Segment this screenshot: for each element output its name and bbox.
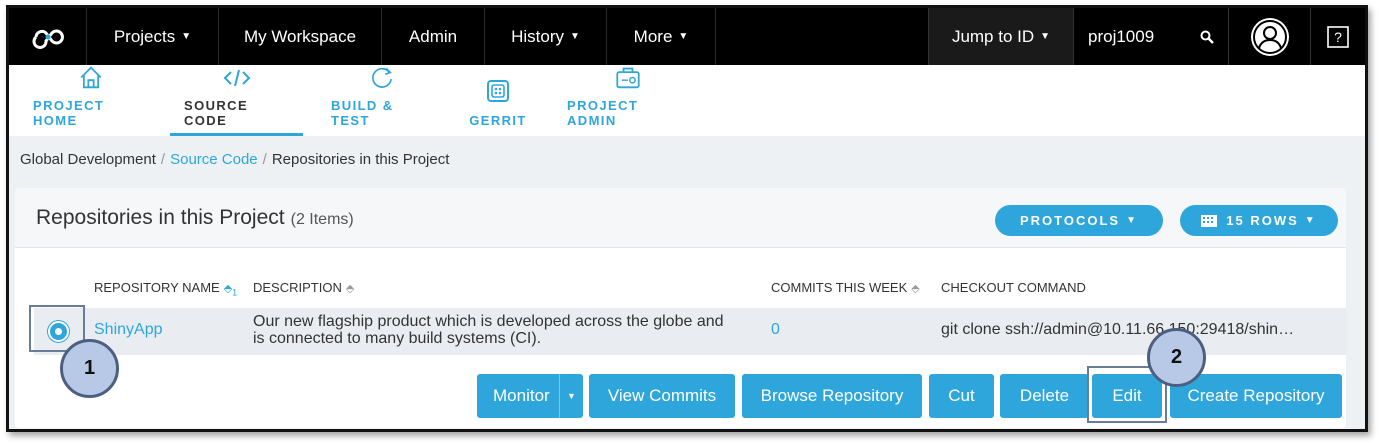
item-count: (2 Items): [290, 211, 354, 228]
nav-more[interactable]: More ▼: [607, 8, 716, 65]
nav-admin-label: Admin: [408, 26, 458, 46]
checkout-command: git clone ssh://admin@10.11.66.150:29418…: [941, 321, 1295, 338]
column-header-repository-name[interactable]: REPOSITORY NAME ⬘1: [94, 280, 237, 298]
commits-count-link[interactable]: 0: [771, 321, 780, 339]
breadcrumb-current: Repositories in this Project: [271, 151, 450, 168]
caret-down-icon: ▼: [1304, 215, 1317, 226]
logo-icon: [32, 29, 64, 49]
panel-header: Repositories in this Project (2 Items) PR…: [15, 188, 1346, 248]
search-input[interactable]: [1088, 26, 1178, 47]
breadcrumb: Global Development / Source Code / Repositor…: [20, 151, 449, 168]
nav-projects-label: Projects: [113, 26, 176, 46]
callout-step-1: 1: [60, 339, 119, 398]
nav-projects[interactable]: Projects ▼: [87, 8, 219, 65]
nav-history-label: History: [511, 26, 564, 46]
tab-gerrit-label: GERRIT: [469, 113, 527, 128]
panel-title: Repositories in this Project (2 Items): [36, 206, 354, 230]
sort-icon: ⬘: [223, 283, 233, 295]
protocols-label: PROTOCOLS: [1019, 213, 1121, 228]
column-commits-label: COMMITS THIS WEEK: [771, 280, 908, 295]
help-button[interactable]: ?: [1310, 8, 1365, 65]
grid-icon: [1201, 214, 1218, 227]
view-commits-label: View Commits: [607, 386, 717, 405]
tab-build-test-label: BUILD & TEST: [331, 98, 394, 128]
cut-button[interactable]: Cut: [929, 374, 994, 418]
column-description-label: DESCRIPTION: [253, 280, 342, 295]
column-repository-name-label: REPOSITORY NAME: [94, 280, 220, 295]
repository-description: Our new flagship product which is develo…: [253, 313, 724, 347]
tab-project-home[interactable]: PROJECT HOME: [19, 65, 162, 136]
breadcrumb-separator: /: [160, 151, 166, 168]
caret-down-icon: ▼: [678, 31, 689, 42]
briefcase-icon: [616, 67, 640, 89]
repository-name-link[interactable]: ShinyApp: [94, 321, 163, 339]
browse-repository-label: Browse Repository: [760, 386, 904, 405]
nav-my-workspace[interactable]: My Workspace: [219, 8, 382, 65]
app-logo[interactable]: [9, 8, 87, 65]
panel-title-text: Repositories in this Project: [36, 206, 285, 229]
monitor-button[interactable]: Monitor ▼: [477, 374, 583, 418]
column-header-commits[interactable]: COMMITS THIS WEEK ⬘: [771, 280, 920, 295]
code-icon: [223, 69, 250, 87]
sort-icon: ⬘: [911, 283, 920, 295]
breadcrumb-source-code[interactable]: Source Code: [170, 151, 258, 168]
sort-rank: 1: [232, 287, 238, 298]
help-icon: ?: [1327, 25, 1349, 48]
caret-down-icon: ▼: [1126, 215, 1138, 226]
description-line-2: is connected to many build systems (CI).: [253, 330, 542, 347]
monitor-label: Monitor: [493, 386, 550, 405]
caret-down-icon: ▼: [1040, 31, 1051, 42]
search-icon[interactable]: [1200, 30, 1214, 44]
create-repository-button[interactable]: Create Repository: [1170, 374, 1342, 418]
breadcrumb-root: Global Development: [20, 151, 156, 168]
callout-step-2: 2: [1147, 328, 1206, 387]
nav-more-label: More: [633, 26, 673, 46]
column-header-description[interactable]: DESCRIPTION ⬘: [253, 280, 354, 295]
tab-project-admin[interactable]: PROJECT ADMIN: [553, 65, 703, 136]
protocols-dropdown[interactable]: PROTOCOLS ▼: [995, 205, 1163, 236]
repositories-panel: Repositories in this Project (2 Items) PR…: [15, 188, 1347, 428]
delete-button[interactable]: Delete: [1000, 374, 1089, 418]
user-avatar[interactable]: [1228, 8, 1310, 65]
search-box: [1073, 8, 1228, 65]
jump-to-id-dropdown[interactable]: Jump to ID ▼: [928, 8, 1073, 65]
view-commits-button[interactable]: View Commits: [589, 374, 735, 418]
callout-2-label: 2: [1170, 346, 1183, 368]
refresh-icon: [372, 67, 392, 88]
description-line-1: Our new flagship product which is develo…: [253, 313, 724, 330]
tab-build-test[interactable]: BUILD & TEST: [317, 65, 447, 136]
callout-1-label: 1: [83, 357, 96, 379]
tab-source-code-label: SOURCE CODE: [184, 98, 249, 128]
project-subnav: PROJECT HOME SOURCE CODE BUILD & TEST GE…: [9, 65, 1365, 136]
breadcrumb-separator: /: [262, 151, 267, 168]
rows-per-page-dropdown[interactable]: 15 ROWS ▼: [1180, 205, 1338, 236]
tab-project-admin-label: PROJECT ADMIN: [567, 98, 639, 128]
nav-history[interactable]: History ▼: [485, 8, 607, 65]
column-checkout-label: CHECKOUT COMMAND: [941, 280, 1086, 295]
tab-gerrit[interactable]: GERRIT: [455, 65, 541, 136]
home-icon: [80, 66, 101, 89]
top-nav: Projects ▼ My Workspace Admin History ▼ Mo…: [9, 8, 1365, 65]
gerrit-icon: [487, 80, 509, 102]
delete-label: Delete: [1019, 386, 1070, 405]
column-header-checkout: CHECKOUT COMMAND: [941, 280, 1086, 295]
caret-down-icon[interactable]: ▼: [559, 374, 583, 418]
create-repository-label: Create Repository: [1187, 386, 1325, 405]
nav-admin[interactable]: Admin: [382, 8, 485, 65]
sort-icon: ⬘: [345, 283, 355, 295]
user-icon: [1250, 17, 1289, 56]
rows-label: 15 ROWS: [1226, 213, 1299, 228]
jump-to-id-label: Jump to ID: [951, 26, 1035, 46]
svg-text:?: ?: [1334, 29, 1342, 45]
cut-label: Cut: [948, 386, 975, 405]
app-window: Projects ▼ My Workspace Admin History ▼ Mo…: [6, 5, 1368, 432]
caret-down-icon: ▼: [570, 31, 580, 42]
tab-source-code[interactable]: SOURCE CODE: [170, 65, 303, 136]
nav-my-workspace-label: My Workspace: [243, 26, 357, 46]
caret-down-icon: ▼: [181, 31, 192, 42]
browse-repository-button[interactable]: Browse Repository: [742, 374, 922, 418]
tab-project-home-label: PROJECT HOME: [33, 98, 105, 128]
